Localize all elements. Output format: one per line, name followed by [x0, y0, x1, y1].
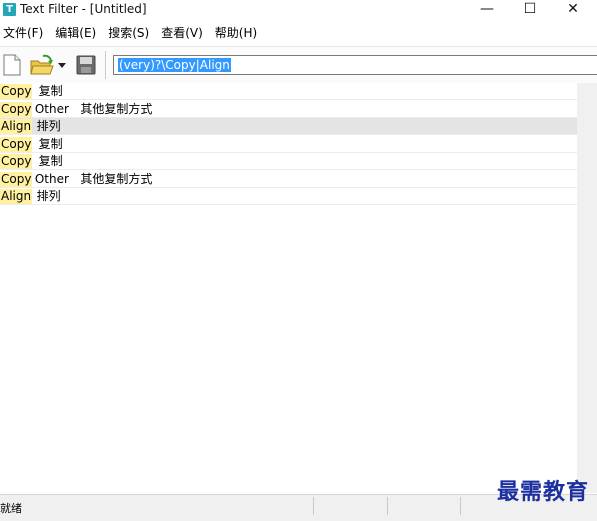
status-divider — [387, 497, 388, 515]
watermark: 最需教育 — [496, 479, 589, 505]
menu-help[interactable]: 帮助(H) — [211, 24, 261, 41]
menu-bar: 文件(F) 编辑(E) 搜索(S) 查看(V) 帮助(H) — [0, 22, 597, 42]
match-highlight: Copy — [0, 154, 33, 169]
list-item[interactable]: Copy 复制 — [0, 83, 577, 100]
status-text: 就绪 — [0, 502, 22, 515]
title-bar: T Text Filter - [Untitled] — ☐ ✕ — [0, 0, 597, 18]
line-text: 复制 — [31, 154, 63, 168]
list-item[interactable]: Copy 复制 — [0, 136, 577, 153]
list-item[interactable]: Align 排列 — [0, 188, 577, 205]
line-text: Other 其他复制方式 — [31, 102, 153, 116]
menu-edit[interactable]: 编辑(E) — [51, 24, 100, 41]
match-highlight: Copy — [0, 84, 33, 99]
filter-input[interactable]: (very)?\Copy|Align — [113, 55, 597, 75]
window-title: Text Filter - [Untitled] — [20, 2, 147, 16]
dropdown-arrow-icon — [58, 62, 66, 68]
open-dropdown-button[interactable] — [55, 52, 69, 78]
close-button[interactable]: ✕ — [550, 0, 596, 18]
line-text: Other 其他复制方式 — [31, 172, 153, 186]
vertical-scrollbar[interactable] — [577, 83, 597, 493]
list-item[interactable]: Copy Other 其他复制方式 — [0, 101, 577, 118]
match-highlight: Align — [0, 189, 33, 204]
open-button[interactable] — [30, 52, 54, 78]
status-divider — [313, 497, 314, 515]
line-text: 复制 — [31, 137, 63, 151]
menu-view[interactable]: 查看(V) — [157, 24, 207, 41]
list-item[interactable]: Copy 复制 — [0, 153, 577, 170]
minimize-button[interactable]: — — [464, 0, 510, 18]
new-file-icon — [3, 54, 21, 76]
save-button[interactable] — [74, 52, 98, 78]
list-item[interactable]: Copy Other 其他复制方式 — [0, 171, 577, 188]
results-list[interactable]: Copy 复制 Copy Other 其他复制方式 Align 排列 Copy 复制 C… — [0, 83, 577, 493]
status-divider — [460, 497, 461, 515]
maximize-button[interactable]: ☐ — [507, 0, 553, 18]
toolbar-separator — [105, 51, 107, 79]
line-text: 排列 — [29, 119, 61, 133]
open-folder-icon — [30, 54, 54, 75]
match-highlight: Align — [0, 119, 33, 134]
list-item[interactable]: Align 排列 — [0, 118, 577, 135]
menu-file[interactable]: 文件(F) — [0, 24, 47, 41]
match-highlight: Copy — [0, 172, 33, 187]
menu-search[interactable]: 搜索(S) — [104, 24, 153, 41]
save-icon — [76, 55, 96, 75]
new-file-button[interactable] — [0, 52, 24, 78]
line-text: 排列 — [29, 189, 61, 203]
match-highlight: Copy — [0, 137, 33, 152]
line-text: 复制 — [31, 84, 63, 98]
filter-input-text: (very)?\Copy|Align — [118, 58, 231, 72]
app-icon: T — [3, 2, 16, 16]
match-highlight: Copy — [0, 102, 33, 117]
toolbar: (very)?\Copy|Align — [0, 46, 597, 84]
